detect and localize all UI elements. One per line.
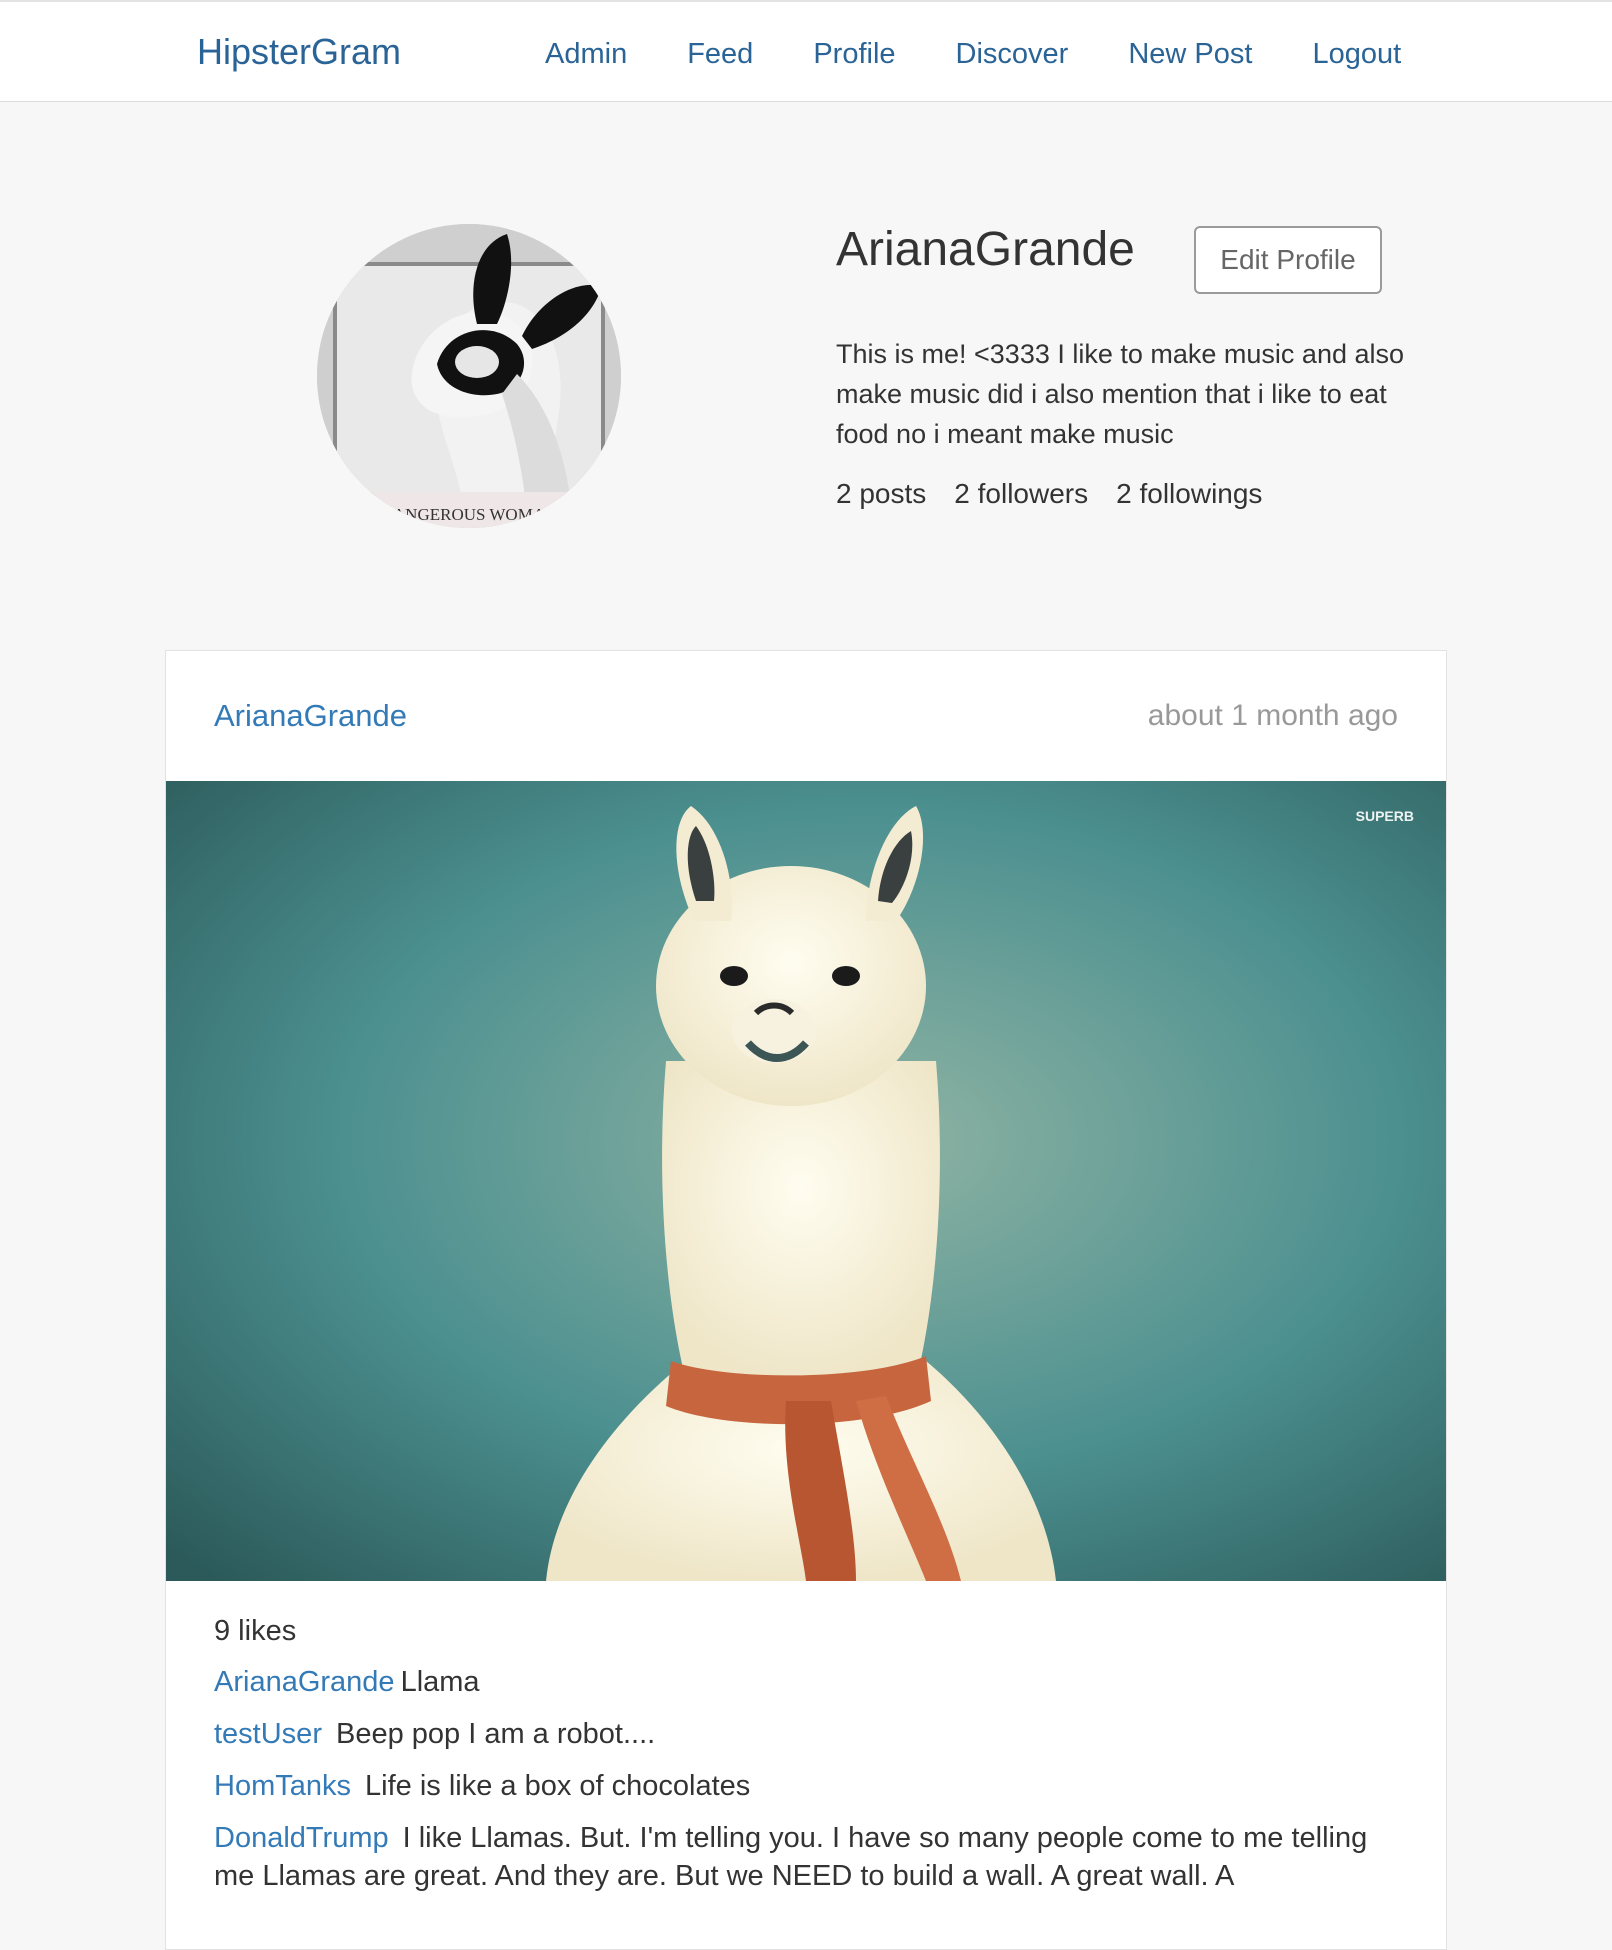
comment-text: Beep pop I am a robot.... bbox=[335, 1718, 656, 1750]
nav-links: Admin Feed Profile Discover New Post Log… bbox=[545, 34, 1401, 74]
post-body: 9 likes ArianaGrande Llama testUser Beep p… bbox=[214, 1611, 1404, 1909]
top-navbar: HipsterGram Admin Feed Profile Discover … bbox=[0, 0, 1612, 102]
comment-item: testUser Beep pop I am a robot.... bbox=[214, 1715, 1404, 1753]
nav-link-admin[interactable]: Admin bbox=[545, 34, 627, 74]
likes-count: 9 likes bbox=[214, 1615, 297, 1647]
nav-link-discover[interactable]: Discover bbox=[956, 34, 1069, 74]
comment-item: HomTanks Life is like a box of chocolates bbox=[214, 1767, 1404, 1805]
profile-header: DANGEROUS WOMAN ArianaGrande Edit Profil… bbox=[0, 102, 1612, 642]
profile-username: ArianaGrande bbox=[836, 223, 1135, 276]
post-author-link[interactable]: ArianaGrande bbox=[214, 696, 407, 736]
profile-avatar: DANGEROUS WOMAN bbox=[317, 224, 621, 528]
comment-user-link[interactable]: HomTanks bbox=[214, 1770, 351, 1802]
posts-count: 2 posts bbox=[836, 478, 927, 509]
avatar-image: DANGEROUS WOMAN bbox=[317, 224, 621, 528]
comment-user-link[interactable]: ArianaGrande bbox=[214, 1666, 395, 1698]
comment-text: Life is like a box of chocolates bbox=[365, 1770, 751, 1802]
brand-logo-link[interactable]: HipsterGram bbox=[197, 30, 401, 74]
comment-item: ArianaGrande Llama bbox=[214, 1663, 1404, 1701]
nav-link-logout[interactable]: Logout bbox=[1312, 34, 1401, 74]
comment-item: DonaldTrump I like Llamas. But. I'm telli… bbox=[214, 1819, 1404, 1895]
post-card: ArianaGrande about 1 month ago SUPERB 9 … bbox=[165, 650, 1447, 1950]
image-watermark: SUPERB bbox=[1356, 808, 1414, 824]
comment-user-link[interactable]: testUser bbox=[214, 1718, 322, 1750]
comment-user-link[interactable]: DonaldTrump bbox=[214, 1822, 389, 1854]
comment-text: Llama bbox=[400, 1666, 480, 1698]
nav-link-profile[interactable]: Profile bbox=[813, 34, 895, 74]
followers-count[interactable]: 2 followers bbox=[954, 474, 1088, 514]
profile-bio: This is me! <3333 I like to make music a… bbox=[836, 339, 1405, 449]
profile-stats: 2 posts 2 followers 2 followings bbox=[836, 474, 1262, 514]
edit-profile-button[interactable]: Edit Profile bbox=[1194, 226, 1382, 294]
nav-link-feed[interactable]: Feed bbox=[687, 34, 753, 74]
post-header: ArianaGrande about 1 month ago bbox=[166, 651, 1446, 781]
followings-count[interactable]: 2 followings bbox=[1116, 474, 1262, 514]
post-timestamp: about 1 month ago bbox=[1147, 699, 1398, 732]
post-image[interactable]: SUPERB bbox=[166, 781, 1446, 1581]
avatar-caption-text: DANGEROUS WOMAN bbox=[381, 505, 558, 524]
nav-link-new-post[interactable]: New Post bbox=[1128, 34, 1252, 74]
llama-photo: SUPERB bbox=[166, 781, 1446, 1581]
